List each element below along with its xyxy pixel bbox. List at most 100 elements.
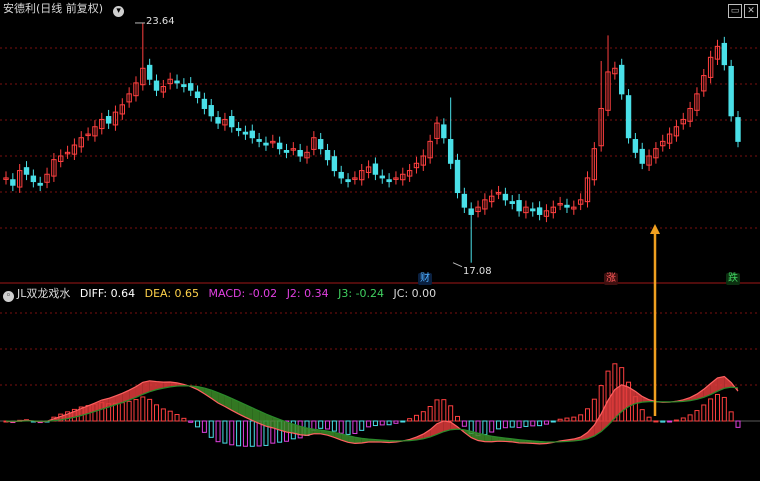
candle-body bbox=[256, 139, 262, 142]
macd-histogram-bar bbox=[133, 399, 139, 422]
macd-histogram-bar bbox=[530, 420, 536, 427]
candle-body bbox=[728, 65, 734, 117]
candle-body bbox=[619, 64, 625, 95]
macd-histogram-bar bbox=[318, 420, 324, 429]
macd-histogram-bar bbox=[140, 396, 146, 422]
candle-body bbox=[530, 208, 536, 212]
indicator-j2: J2: 0.34 bbox=[286, 287, 329, 300]
macd-histogram-bar bbox=[325, 420, 331, 430]
macd-histogram-bar bbox=[331, 420, 337, 432]
limit-down-marker[interactable]: 跌 bbox=[726, 273, 740, 285]
macd-histogram-bar bbox=[119, 402, 125, 422]
candle-body bbox=[181, 84, 187, 88]
candle-body bbox=[235, 128, 242, 131]
macd-histogram-bar bbox=[154, 404, 160, 422]
macd-histogram-bar bbox=[236, 420, 242, 447]
indicator-jc: JC: 0.00 bbox=[393, 287, 437, 300]
macd-histogram-bar bbox=[112, 402, 118, 422]
macd-histogram-bar bbox=[352, 420, 358, 434]
macd-histogram-bar bbox=[345, 420, 351, 435]
macd-histogram-bar bbox=[393, 420, 399, 424]
candle-body bbox=[441, 124, 447, 139]
stock-title-label: 安德利(日线 前复权) bbox=[3, 2, 104, 15]
macd-histogram-bar bbox=[708, 398, 714, 422]
macd-histogram-bar bbox=[222, 420, 228, 444]
low-price-label: 17.08 bbox=[463, 266, 492, 277]
indicator-settings-icon[interactable]: ◦ bbox=[3, 291, 14, 302]
macd-histogram-bar bbox=[516, 420, 522, 429]
candle-body bbox=[105, 116, 112, 124]
candle-body bbox=[37, 182, 43, 186]
close-icon[interactable]: ✕ bbox=[744, 4, 758, 18]
macd-histogram-bar bbox=[680, 417, 686, 422]
macd-histogram-bar bbox=[735, 420, 741, 428]
candle-body bbox=[461, 193, 468, 208]
low-pointer-line bbox=[452, 262, 463, 268]
diff-line bbox=[5, 375, 739, 445]
candle-body bbox=[338, 171, 344, 179]
indicator-j3: J3: -0.24 bbox=[338, 287, 385, 300]
candle-body bbox=[263, 142, 269, 146]
indicator-name[interactable]: JL双龙戏水 bbox=[17, 287, 70, 300]
macd-histogram-bar bbox=[673, 419, 679, 422]
candle-body bbox=[276, 142, 283, 150]
macd-histogram-bar bbox=[167, 410, 173, 422]
macd-histogram-bar bbox=[721, 396, 727, 422]
macd-histogram-bar bbox=[249, 420, 255, 447]
macd-histogram-bar bbox=[728, 411, 734, 422]
candle-body bbox=[721, 42, 728, 66]
macd-histogram-bar bbox=[584, 408, 590, 422]
candle-body bbox=[201, 98, 208, 109]
macd-histogram-bar bbox=[338, 420, 344, 434]
macd-histogram-bar bbox=[557, 418, 563, 422]
candle-body bbox=[30, 175, 37, 183]
macd-histogram-bar bbox=[256, 420, 262, 447]
macd-histogram-bar bbox=[229, 420, 235, 446]
macd-histogram-bar bbox=[379, 420, 385, 426]
candle-body bbox=[215, 117, 221, 124]
minimize-icon[interactable]: ▭ bbox=[728, 4, 742, 18]
candle-body bbox=[468, 208, 474, 215]
macd-histogram-bar bbox=[667, 420, 673, 423]
macd-histogram-bar bbox=[550, 420, 556, 423]
macd-histogram-bar bbox=[174, 414, 180, 422]
macd-histogram-bar bbox=[639, 409, 645, 422]
candlestick-chart[interactable] bbox=[0, 0, 760, 481]
finance-event-marker[interactable]: 财 bbox=[418, 273, 432, 285]
macd-histogram-bar bbox=[489, 420, 495, 433]
candle-body bbox=[536, 207, 543, 215]
macd-histogram-bar bbox=[359, 420, 365, 431]
chart-stage: 安德利(日线 前复权) ▾ ▭ ✕ 23.64 17.08 财 涨 跌 ◦ JL双龙… bbox=[0, 0, 760, 481]
chevron-down-icon[interactable]: ▾ bbox=[113, 6, 125, 17]
limit-up-marker[interactable]: 涨 bbox=[604, 273, 618, 285]
candle-body bbox=[194, 91, 201, 99]
macd-histogram-bar bbox=[543, 420, 549, 425]
candle-body bbox=[297, 150, 303, 157]
macd-histogram-bar bbox=[215, 420, 221, 443]
candle-body bbox=[564, 204, 570, 208]
macd-histogram-bar bbox=[372, 420, 378, 427]
indicator-dea: DEA: 0.65 bbox=[144, 287, 200, 300]
macd-histogram-bar bbox=[181, 417, 187, 422]
high-price-label: 23.64 bbox=[146, 16, 175, 27]
macd-histogram-bar bbox=[147, 398, 153, 422]
candle-body bbox=[632, 139, 639, 153]
macd-histogram-bar bbox=[694, 410, 700, 422]
candle-body bbox=[509, 201, 515, 204]
candle-body bbox=[229, 116, 235, 128]
candle-body bbox=[208, 105, 214, 117]
candle-body bbox=[23, 167, 30, 175]
stock-title[interactable]: 安德利(日线 前复权) ▾ bbox=[3, 2, 130, 17]
candle-body bbox=[735, 117, 741, 142]
macd-histogram-bar bbox=[448, 405, 454, 422]
macd-histogram-bar bbox=[427, 405, 433, 422]
macd-histogram-bar bbox=[386, 420, 392, 426]
candle-body bbox=[639, 148, 645, 164]
candle-body bbox=[625, 95, 632, 139]
macd-histogram-bar bbox=[591, 398, 597, 422]
macd-histogram-bar bbox=[482, 420, 488, 435]
macd-histogram-bar bbox=[496, 420, 502, 430]
candle-body bbox=[317, 139, 324, 150]
macd-histogram-bar bbox=[537, 420, 543, 427]
macd-histogram-bar bbox=[461, 420, 467, 427]
